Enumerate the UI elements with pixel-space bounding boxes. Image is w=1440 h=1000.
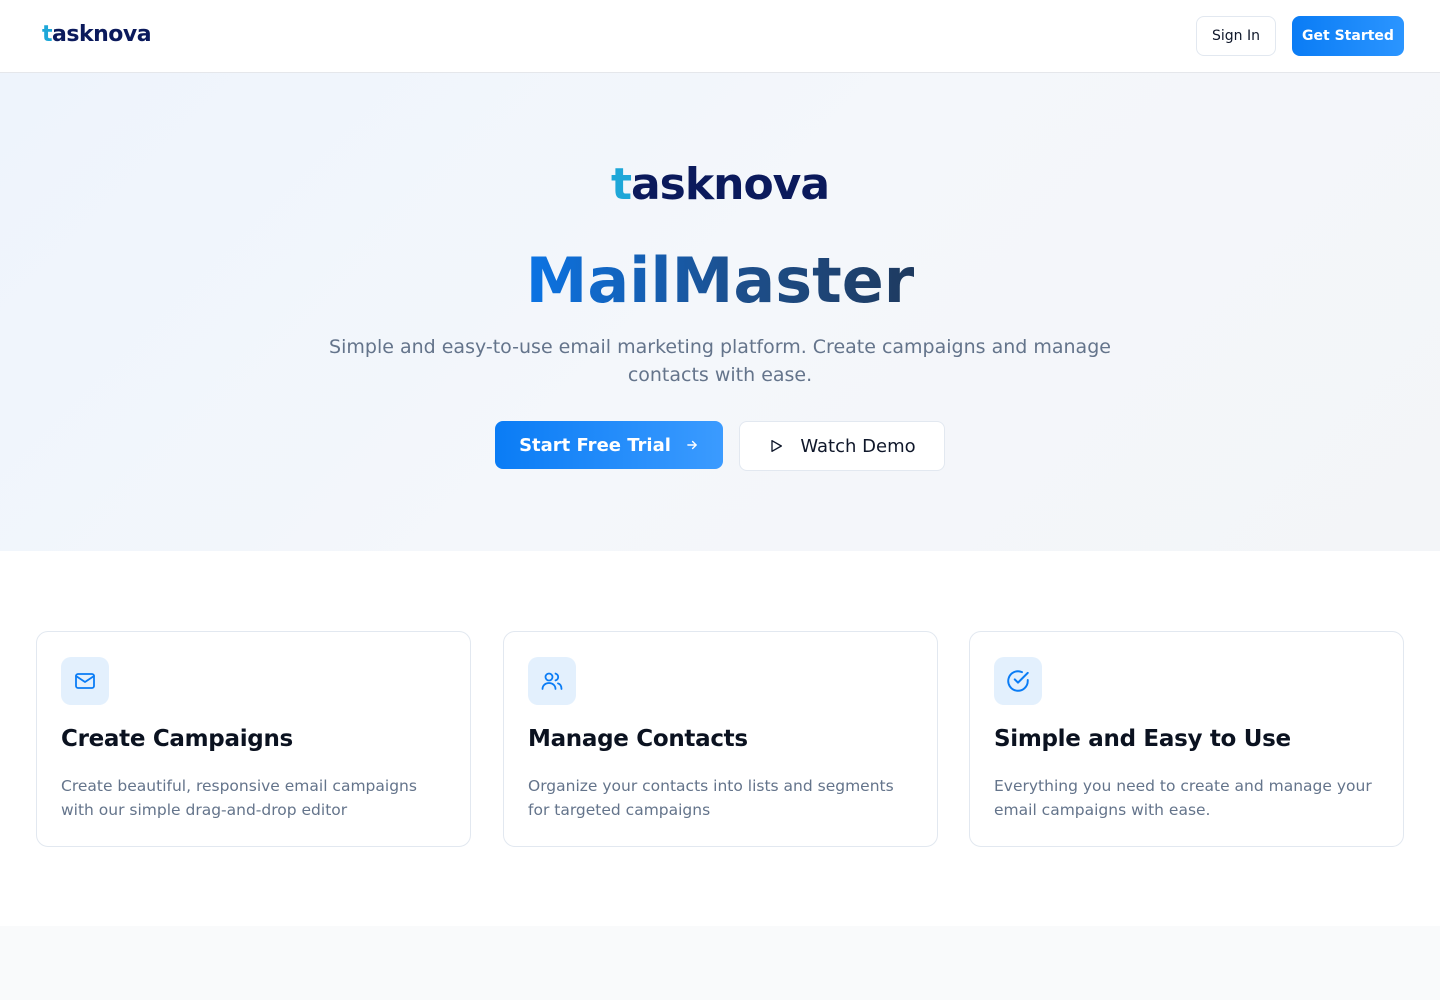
arrow-right-icon (685, 438, 699, 452)
hero-logo-letter-t: t (610, 159, 632, 210)
hero-title: MailMaster (0, 245, 1440, 317)
feature-description: Create beautiful, responsive email campa… (61, 777, 417, 819)
start-free-trial-button[interactable]: Start Free Trial (495, 421, 723, 469)
check-circle-icon (994, 657, 1042, 705)
hero-tasknova-logo: tasknova (0, 161, 1440, 209)
hero-subtitle: Simple and easy-to-use email marketing p… (329, 336, 1111, 386)
hero-title-text: MailMaster (525, 244, 915, 317)
top-navbar: tasknova Sign In Get Started (0, 0, 1440, 73)
get-started-button[interactable]: Get Started (1292, 16, 1404, 56)
mail-icon (61, 657, 109, 705)
play-icon (768, 438, 784, 454)
logo-letter-t: t (42, 22, 53, 47)
watch-demo-button[interactable]: Watch Demo (739, 421, 945, 471)
feature-card-simple-easy: Simple and Easy to Use Everything you ne… (969, 631, 1404, 847)
feature-title: Simple and Easy to Use (994, 726, 1291, 752)
feature-title: Manage Contacts (528, 726, 748, 752)
next-section-background (0, 926, 1440, 1000)
hero-section: tasknova MailMaster Simple and easy-to-u… (0, 73, 1440, 551)
feature-description: Everything you need to create and manage… (994, 777, 1372, 819)
watch-demo-label: Watch Demo (800, 435, 916, 457)
hero-logo-wordmark: asknova (630, 159, 830, 210)
feature-description: Organize your contacts into lists and se… (528, 777, 894, 819)
feature-card-create-campaigns: Create Campaigns Create beautiful, respo… (36, 631, 471, 847)
sign-in-button[interactable]: Sign In (1196, 16, 1276, 56)
tasknova-logo[interactable]: tasknova (42, 22, 152, 48)
users-icon (528, 657, 576, 705)
start-free-trial-label: Start Free Trial (519, 434, 671, 456)
feature-card-manage-contacts: Manage Contacts Organize your contacts i… (503, 631, 938, 847)
logo-wordmark: asknova (52, 22, 152, 47)
feature-title: Create Campaigns (61, 726, 293, 752)
